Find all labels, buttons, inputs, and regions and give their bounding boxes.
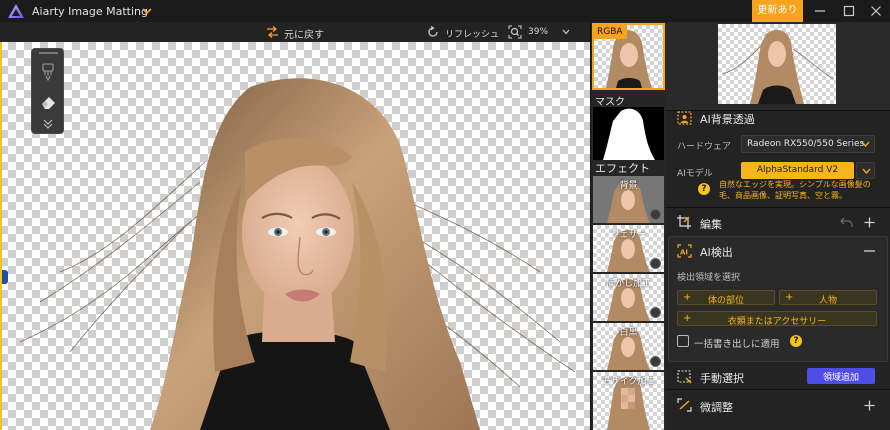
ai-background-icon (677, 111, 692, 125)
canvas-toolbar: 元に戻す リフレッシュ 39% (0, 22, 590, 42)
ai-detect-title: AI検出 (700, 246, 733, 259)
app-title: Aiarty Image Matting (32, 5, 148, 18)
effect-label: 白黒 (619, 328, 638, 338)
zoom-chevron-down-icon[interactable] (562, 29, 570, 35)
hardware-label: ハードウェア (677, 142, 732, 152)
pill-label: 人物 (818, 296, 837, 306)
effect-label: フェザー (610, 230, 647, 240)
effect-toggle[interactable] (650, 307, 661, 318)
help-icon[interactable]: ? (790, 335, 802, 347)
pill-clothing[interactable]: + 衣類またはアクセサリー (677, 311, 877, 327)
hardware-value: Radeon RX550/550 Series (747, 139, 865, 149)
detection-region-label: 検出領域を選択 (677, 273, 741, 283)
app-logo-icon (8, 4, 24, 18)
ai-model-select[interactable]: AlphaStandard V2 (741, 162, 875, 179)
chevron-down-icon (862, 168, 871, 174)
fine-tune-icon (677, 398, 692, 412)
help-icon[interactable]: ? (698, 183, 710, 195)
effect-header: エフェクト (595, 162, 650, 175)
close-icon[interactable] (868, 3, 884, 19)
result-preview[interactable] (718, 24, 836, 104)
pill-label: 衣類またはアクセサリー (727, 317, 827, 327)
effect-thumb-bw[interactable]: 白黒 (593, 323, 664, 370)
eraser-icon[interactable] (40, 95, 57, 110)
batch-export-label: 一括書き出しに適用 (694, 339, 780, 350)
fine-tune-title: 微調整 (700, 401, 733, 414)
pill-person[interactable]: + 人物 (779, 290, 877, 306)
minimize-icon[interactable] (812, 3, 828, 19)
image-canvas[interactable] (0, 42, 590, 430)
mask-label: マスク (595, 97, 625, 108)
title-bar: Aiarty Image Matting 更新あり (0, 0, 890, 22)
zoom-level[interactable]: 39% (528, 27, 548, 37)
expand-more-icon[interactable] (43, 119, 53, 129)
pill-label: 体の部位 (707, 296, 744, 306)
ai-model-value: AlphaStandard V2 (756, 165, 839, 175)
brush-icon[interactable] (40, 63, 56, 81)
refresh-icon[interactable] (427, 26, 439, 38)
effect-thumb-mosaic[interactable]: モザイク加工 (593, 372, 664, 430)
svg-text:AI: AI (680, 249, 688, 257)
add-region-button[interactable]: 領域追加 (807, 368, 875, 384)
edit-title: 編集 (700, 218, 722, 231)
effect-toggle[interactable] (650, 258, 661, 269)
ai-model-dropdown[interactable] (856, 162, 875, 179)
effect-label: 背景 (619, 181, 638, 191)
preview-area (666, 22, 890, 110)
zoom-icon[interactable] (508, 25, 522, 39)
rgba-thumbnail[interactable]: RGBA (592, 23, 665, 90)
effect-thumb-background[interactable]: 背景 (593, 176, 664, 223)
undo-arrows-icon[interactable] (266, 26, 279, 38)
ai-background-title: AI背景透過 (700, 113, 755, 126)
update-available-button[interactable]: 更新あり (752, 0, 803, 22)
effect-thumb-feather[interactable]: フェザー (593, 225, 664, 272)
divider (666, 389, 890, 390)
undo-icon[interactable] (840, 217, 853, 228)
effect-thumb-blur[interactable]: ぼかし加工 (593, 274, 664, 321)
maximize-icon[interactable] (841, 3, 857, 19)
pill-body-parts[interactable]: + 体の部位 (677, 290, 775, 306)
undo-button[interactable]: 元に戻す (284, 26, 324, 41)
rgba-label: RGBA (594, 25, 627, 39)
ai-model-label: AIモデル (677, 169, 713, 179)
divider (666, 207, 890, 208)
effect-label: モザイク加工 (601, 377, 656, 387)
subject-image (19, 78, 576, 430)
ai-model-value-box[interactable]: AlphaStandard V2 (741, 162, 854, 179)
manual-select-title: 手動選択 (700, 372, 744, 385)
add-icon[interactable] (864, 217, 875, 228)
mask-preview-image (603, 108, 655, 160)
layer-thumbnails: RGBA マスク エフェクト 背景 フェザー ぼかし加工 白黒 モザイク加工 (590, 22, 666, 430)
chevron-down-icon (861, 141, 870, 147)
ai-model-description: 自然なエッジを実現。シンプルな画像髪の毛、商品画像、証明写真、空と霧。 (719, 180, 871, 200)
result-preview-image (722, 29, 834, 104)
manual-select-icon (677, 370, 692, 384)
edit-crop-icon (677, 215, 691, 229)
collapse-icon[interactable] (864, 250, 875, 252)
mask-thumbnail[interactable] (593, 107, 664, 160)
effect-toggle[interactable] (650, 209, 661, 220)
effect-label: ぼかし加工 (605, 279, 651, 289)
drag-handle[interactable] (39, 52, 58, 54)
floating-toolbox (31, 48, 64, 134)
ai-detect-icon: AI (677, 244, 692, 258)
add-region-label: 領域追加 (822, 373, 859, 383)
chevron-down-icon[interactable] (142, 7, 152, 15)
refresh-button[interactable]: リフレッシュ (445, 27, 499, 40)
add-icon[interactable] (864, 400, 875, 411)
hardware-select[interactable]: Radeon RX550/550 Series (741, 135, 875, 153)
effect-toggle[interactable] (650, 356, 661, 367)
canvas-selection-border (0, 42, 2, 430)
right-panel: AI背景透過 ハードウェア Radeon RX550/550 Series AI… (666, 22, 890, 430)
batch-export-checkbox[interactable] (677, 335, 689, 347)
